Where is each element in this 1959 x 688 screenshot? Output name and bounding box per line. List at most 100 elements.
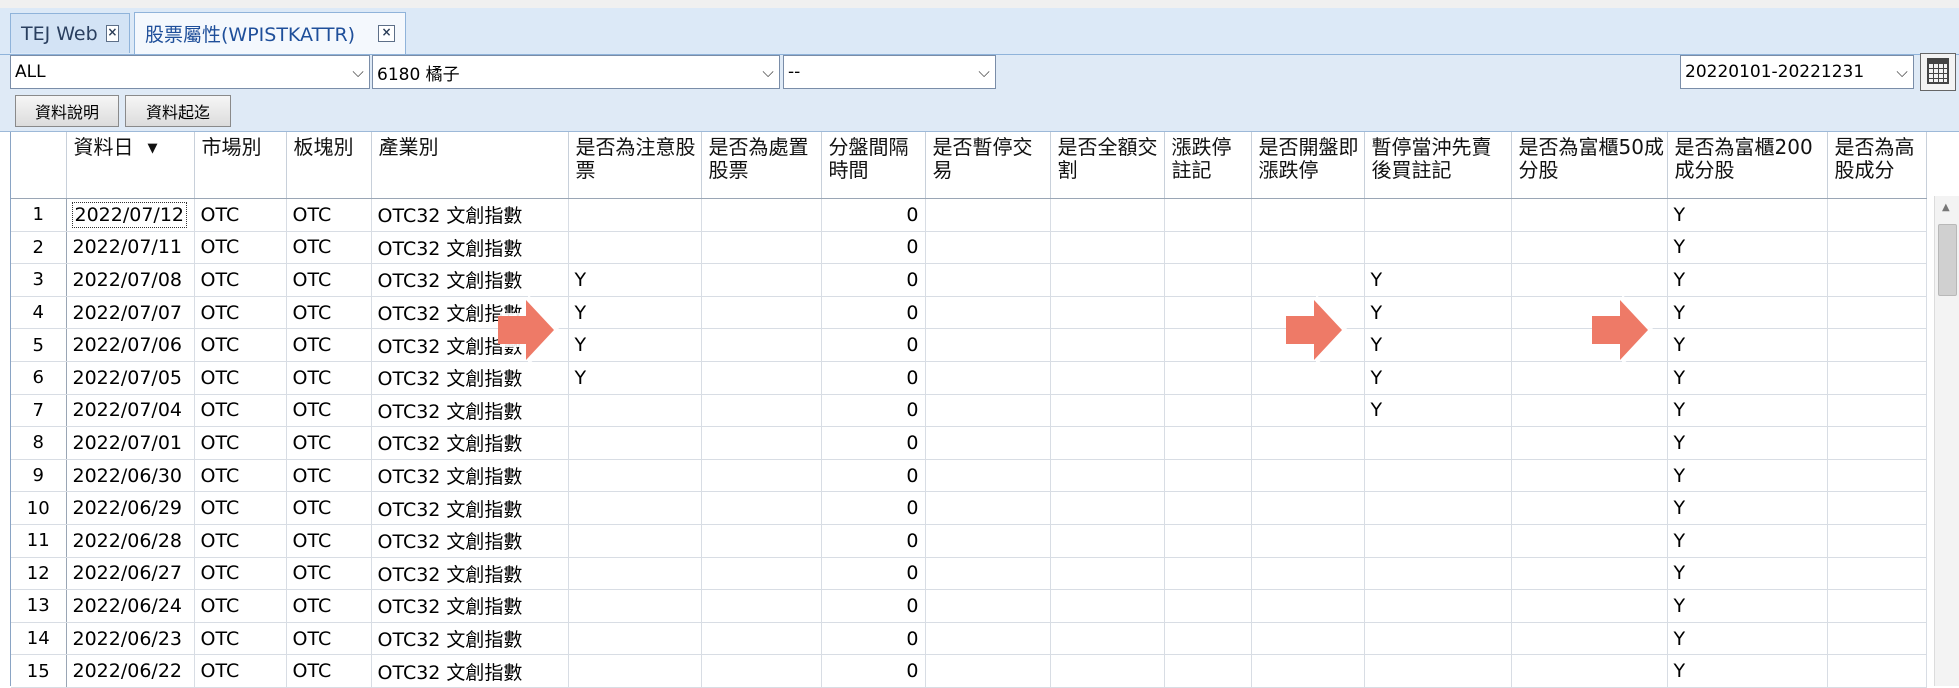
cell-date[interactable]: 2022/07/11 [66,231,195,265]
cell-board[interactable]: OTC [286,263,372,297]
cell-industry[interactable]: OTC32 文創指數 [371,394,569,428]
cell-interval[interactable]: 0 [821,296,926,330]
date-range-select[interactable]: 20220101-20221231 ⌵ [1680,55,1914,89]
cell-suspend[interactable] [925,426,1051,460]
cell-market[interactable]: OTC [194,557,287,591]
cell-high[interactable] [1827,459,1927,493]
cell-date[interactable]: 2022/07/12 [66,198,195,232]
tab-tej-web[interactable]: TEJ Web × [10,13,130,53]
cell-industry[interactable]: OTC32 文創指數 [371,491,569,525]
cell-interval[interactable]: 0 [821,589,926,623]
cell-disposal[interactable] [701,589,822,623]
cell-date[interactable]: 2022/07/06 [66,328,195,362]
cell-f50[interactable] [1511,394,1668,428]
cell-open-limit[interactable] [1251,459,1365,493]
cell-limit[interactable] [1164,557,1252,591]
cell-board[interactable]: OTC [286,524,372,558]
cell-suspend[interactable] [925,296,1051,330]
cell-open-limit[interactable] [1251,557,1365,591]
cell-fullpay[interactable] [1050,328,1165,362]
cell-board[interactable]: OTC [286,296,372,330]
cell-open-limit[interactable] [1251,231,1365,265]
cell-f200[interactable]: Y [1667,491,1828,525]
cell-board[interactable]: OTC [286,361,372,395]
cell-interval[interactable]: 0 [821,361,926,395]
cell-interval[interactable]: 0 [821,459,926,493]
cell-limit[interactable] [1164,296,1252,330]
cell-f200[interactable]: Y [1667,198,1828,232]
column-header-board[interactable]: 板塊別 [286,132,372,199]
cell-market[interactable]: OTC [194,394,287,428]
cell-f200[interactable]: Y [1667,459,1828,493]
cell-disposal[interactable] [701,328,822,362]
table-row[interactable]: 15 2022/06/22 OTC OTC OTC32 文創指數 0 Y [11,654,1927,688]
cell-daytrade[interactable]: Y [1364,263,1512,297]
cell-limit[interactable] [1164,491,1252,525]
cell-f200[interactable]: Y [1667,622,1828,656]
cell-limit[interactable] [1164,328,1252,362]
cell-date[interactable]: 2022/06/29 [66,491,195,525]
cell-attention[interactable] [568,524,702,558]
close-icon[interactable]: × [105,25,119,42]
cell-disposal[interactable] [701,296,822,330]
cell-suspend[interactable] [925,622,1051,656]
cell-disposal[interactable] [701,654,822,688]
cell-market[interactable]: OTC [194,231,287,265]
cell-daytrade[interactable] [1364,231,1512,265]
cell-f50[interactable] [1511,589,1668,623]
scroll-up-icon[interactable]: ▲ [1942,202,1950,213]
category-select[interactable]: -- ⌵ [783,55,996,89]
cell-daytrade[interactable] [1364,622,1512,656]
cell-open-limit[interactable] [1251,426,1365,460]
cell-f200[interactable]: Y [1667,361,1828,395]
cell-industry[interactable]: OTC32 文創指數 [371,426,569,460]
table-row[interactable]: 12 2022/06/27 OTC OTC OTC32 文創指數 0 Y [11,557,1927,591]
cell-fullpay[interactable] [1050,459,1165,493]
cell-open-limit[interactable] [1251,622,1365,656]
cell-disposal[interactable] [701,394,822,428]
cell-fullpay[interactable] [1050,296,1165,330]
cell-industry[interactable]: OTC32 文創指數 [371,557,569,591]
cell-board[interactable]: OTC [286,198,372,232]
stock-select[interactable]: 6180 橘子 ⌵ [372,55,780,89]
cell-high[interactable] [1827,589,1927,623]
cell-board[interactable]: OTC [286,589,372,623]
table-row[interactable]: 2 2022/07/11 OTC OTC OTC32 文創指數 0 Y [11,231,1927,265]
column-header-market[interactable]: 市場別 [194,132,287,199]
cell-attention[interactable] [568,231,702,265]
cell-fullpay[interactable] [1050,394,1165,428]
cell-interval[interactable]: 0 [821,654,926,688]
cell-disposal[interactable] [701,557,822,591]
cell-disposal[interactable] [701,231,822,265]
cell-daytrade[interactable]: Y [1364,328,1512,362]
cell-market[interactable]: OTC [194,654,287,688]
cell-board[interactable]: OTC [286,459,372,493]
cell-high[interactable] [1827,491,1927,525]
cell-high[interactable] [1827,426,1927,460]
cell-f50[interactable] [1511,654,1668,688]
table-row[interactable]: 8 2022/07/01 OTC OTC OTC32 文創指數 0 Y [11,426,1927,460]
cell-industry[interactable]: OTC32 文創指數 [371,231,569,265]
cell-high[interactable] [1827,231,1927,265]
cell-high[interactable] [1827,622,1927,656]
cell-interval[interactable]: 0 [821,263,926,297]
cell-open-limit[interactable] [1251,394,1365,428]
cell-limit[interactable] [1164,231,1252,265]
cell-date[interactable]: 2022/06/28 [66,524,195,558]
cell-f200[interactable]: Y [1667,524,1828,558]
cell-f50[interactable] [1511,426,1668,460]
cell-suspend[interactable] [925,589,1051,623]
cell-interval[interactable]: 0 [821,622,926,656]
cell-attention[interactable]: Y [568,263,702,297]
cell-disposal[interactable] [701,361,822,395]
cell-fullpay[interactable] [1050,654,1165,688]
cell-high[interactable] [1827,394,1927,428]
cell-daytrade[interactable] [1364,459,1512,493]
cell-board[interactable]: OTC [286,491,372,525]
column-header-industry[interactable]: 產業別 [371,132,569,199]
column-header-f200[interactable]: 是否為富櫃200成分股 [1667,132,1828,199]
cell-open-limit[interactable] [1251,654,1365,688]
cell-suspend[interactable] [925,361,1051,395]
cell-attention[interactable] [568,557,702,591]
cell-market[interactable]: OTC [194,589,287,623]
